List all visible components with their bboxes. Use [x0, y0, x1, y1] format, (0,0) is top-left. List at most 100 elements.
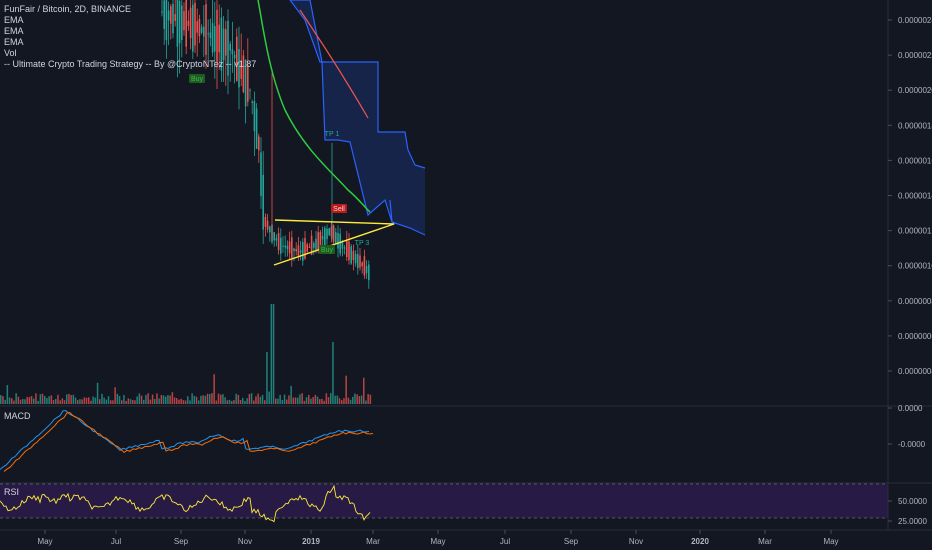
y-tick-label: 0.00000100	[898, 262, 932, 271]
volume-bar	[2, 396, 4, 404]
candle-body	[273, 232, 275, 241]
volume-bar	[46, 398, 48, 404]
candle-body	[258, 136, 260, 151]
volume-bar	[279, 394, 281, 404]
volume-bar	[323, 400, 325, 404]
volume-bar	[332, 342, 334, 404]
candle-body	[368, 264, 370, 281]
volume-bar	[231, 400, 233, 404]
volume-bar	[308, 394, 310, 404]
legend-ema-3: EMA	[4, 37, 24, 47]
volume-bar	[303, 400, 306, 404]
candle-body	[346, 240, 348, 258]
volume-bar	[268, 391, 270, 404]
volume-bar	[257, 393, 259, 404]
macd-pane	[0, 410, 374, 472]
candle-body	[266, 220, 269, 230]
volume-bar	[81, 399, 83, 404]
volume-bar	[165, 396, 167, 404]
y-tick-label: 0.00000120	[898, 227, 932, 236]
volume-bars	[0, 304, 372, 404]
volume-bar	[325, 393, 328, 404]
volume-bar	[138, 393, 141, 404]
candle-body	[297, 245, 300, 256]
volume-bar	[112, 400, 114, 404]
volume-bar	[154, 399, 156, 404]
candle-body	[321, 235, 324, 240]
volume-bar	[11, 398, 13, 404]
volume-bar	[261, 394, 264, 404]
volume-bar	[352, 396, 354, 404]
volume-bar	[220, 394, 222, 404]
volume-bar	[33, 398, 35, 404]
y-tick-label: 0.00000040	[898, 367, 932, 376]
volume-bar	[63, 400, 66, 404]
volume-bar	[345, 375, 347, 404]
volume-bar	[297, 397, 299, 404]
volume-bar	[103, 397, 105, 404]
volume-bar	[13, 400, 15, 404]
volume-bar	[121, 400, 123, 404]
candle-body	[306, 244, 308, 252]
volume-bar	[26, 397, 28, 404]
y-tick-label: 0.00000080	[898, 297, 932, 306]
x-tick-label: Nov	[629, 537, 643, 546]
volume-bar	[149, 399, 152, 404]
volume-bar	[299, 394, 301, 404]
candle-body	[348, 241, 350, 261]
volume-bar	[41, 393, 44, 404]
volume-bar	[74, 397, 77, 404]
candle-body	[282, 245, 284, 247]
candle-body	[363, 256, 366, 276]
candle-body	[280, 237, 282, 254]
volume-bar	[334, 395, 336, 404]
volume-bar	[88, 397, 90, 404]
volume-bar	[173, 397, 176, 404]
volume-bar	[167, 394, 169, 404]
volume-bar	[52, 400, 55, 404]
signal-tag-label: TP 3	[355, 240, 370, 247]
candle-body	[253, 101, 256, 131]
x-tick-label: Jul	[500, 537, 510, 546]
candle-body	[335, 232, 337, 244]
volume-bar	[147, 393, 149, 404]
volume-bar	[61, 398, 64, 404]
volume-bar	[28, 397, 31, 404]
chart-canvas[interactable]: BuyTP 1SellBuyTP 3 0.000002400.000002200…	[0, 0, 932, 550]
volume-bar	[50, 395, 53, 404]
y-tick-label: 0.00000240	[898, 16, 932, 25]
candle-body	[315, 238, 317, 250]
volume-bar	[107, 396, 110, 404]
candle-body	[328, 228, 330, 236]
volume-bar	[264, 400, 266, 404]
volume-bar	[85, 397, 88, 404]
volume-bar	[30, 396, 33, 404]
volume-bar	[266, 352, 268, 404]
volume-bar	[349, 399, 352, 404]
candle-body	[247, 64, 249, 102]
candle-body	[324, 227, 326, 246]
candle-body	[313, 243, 315, 248]
volume-bar	[246, 398, 248, 404]
macd-line	[0, 410, 370, 470]
candle-body	[339, 233, 341, 254]
volume-bar	[110, 400, 112, 404]
volume-bar	[281, 399, 284, 404]
volume-bar	[156, 393, 158, 404]
x-tick-label: Jul	[111, 537, 121, 546]
volume-bar	[228, 399, 231, 404]
volume-bar	[239, 400, 242, 404]
candle-body	[341, 242, 344, 249]
volume-bar	[123, 395, 125, 404]
volume-bar	[283, 394, 286, 404]
legend-vol: Vol	[4, 48, 17, 58]
volume-bar	[242, 397, 244, 404]
volume-bar	[145, 394, 147, 404]
volume-bar	[136, 396, 138, 404]
volume-bar	[226, 400, 229, 404]
candle-body	[357, 253, 359, 269]
volume-bar	[24, 399, 26, 404]
volume-bar	[327, 397, 330, 404]
volume-bar	[59, 400, 61, 404]
volume-bar	[319, 399, 321, 404]
